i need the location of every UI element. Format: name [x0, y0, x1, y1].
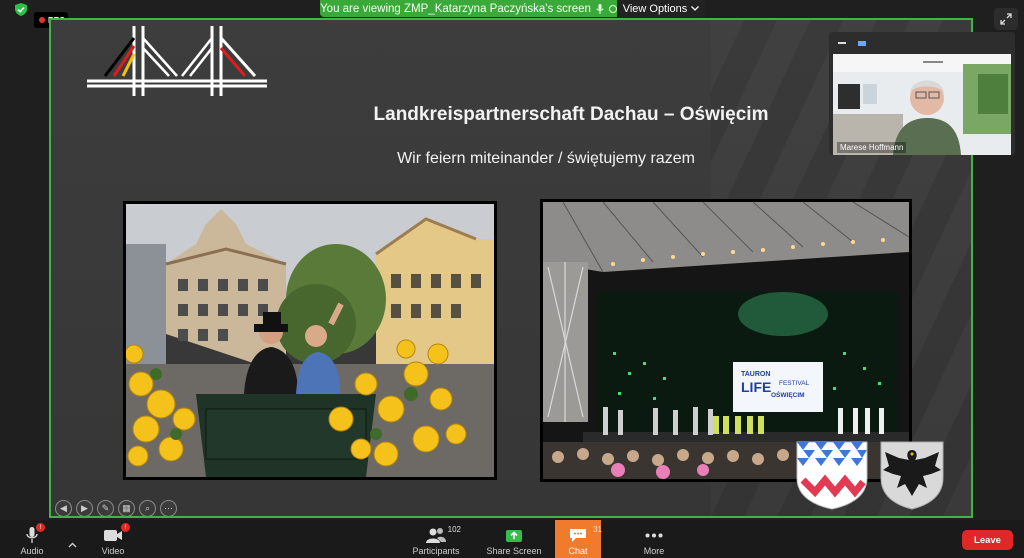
more-options-icon[interactable]: ⋯	[160, 500, 177, 516]
recording-dot-icon	[39, 17, 45, 23]
participants-label: Participants	[412, 546, 460, 556]
next-slide-icon[interactable]: ▶	[76, 500, 93, 516]
previous-slide-icon[interactable]: ◀	[55, 500, 72, 516]
microphone-icon	[596, 3, 604, 14]
participant-name-label: Marese Hoffmann	[837, 142, 907, 153]
chevron-up-icon	[68, 542, 76, 548]
audio-warning-badge: !	[36, 523, 45, 532]
participants-count: 102	[447, 525, 461, 534]
chevron-down-icon	[691, 6, 700, 11]
participants-icon	[426, 528, 446, 543]
expand-icon	[1000, 13, 1012, 25]
oswiecim-coat-of-arms	[880, 441, 944, 510]
audio-button[interactable]: ! Audio	[14, 520, 50, 558]
share-screen-button[interactable]: Share Screen	[484, 520, 544, 558]
more-label: More	[643, 546, 665, 556]
video-warning-badge: !	[121, 523, 130, 532]
view-options-button[interactable]: View Options	[617, 0, 705, 17]
share-screen-label: Share Screen	[486, 546, 542, 556]
leave-button[interactable]: Leave	[962, 530, 1013, 550]
participant-video-tile[interactable]: Marese Hoffmann	[829, 32, 1015, 155]
more-dots-icon	[645, 533, 663, 537]
participants-button[interactable]: 102 Participants	[408, 520, 464, 558]
bridge-partnership-logo	[87, 26, 267, 96]
video-tile-controls	[829, 32, 1015, 54]
fullscreen-button[interactable]	[994, 8, 1018, 30]
chat-bubble-icon	[570, 529, 586, 542]
chat-button[interactable]: 31 Chat	[555, 520, 602, 558]
carriage-parade-photo	[123, 201, 497, 480]
festival-sign-line3: FESTIVAL	[779, 380, 810, 387]
slides-overview-icon[interactable]: ▦	[118, 500, 135, 516]
pen-icon[interactable]: ✎	[97, 500, 114, 516]
encryption-shield-icon[interactable]	[15, 3, 27, 16]
audio-label: Audio	[20, 546, 44, 556]
zoom-icon[interactable]: ⌕	[139, 500, 156, 516]
festival-sign-line2: LIFE	[741, 379, 771, 395]
audio-options-button[interactable]	[62, 520, 82, 558]
festival-sign-line4: OŚWIĘCIM	[771, 390, 805, 399]
view-options-label: View Options	[622, 2, 688, 15]
status-circle-icon	[608, 4, 617, 13]
chat-count: 31	[593, 525, 602, 534]
banner-text: You are viewing ZMP_Katarzyna Paczyńska'…	[320, 2, 591, 15]
video-label: Video	[101, 546, 125, 556]
festival-sign-line1: TAURON	[741, 371, 770, 378]
window-view-icon[interactable]	[858, 40, 866, 46]
meeting-toolbar: ! Audio ! Video 102 Participants Share S…	[0, 520, 1024, 558]
video-button[interactable]: ! Video	[96, 520, 130, 558]
slide-controls: ◀ ▶ ✎ ▦ ⌕ ⋯	[55, 500, 177, 516]
chat-label: Chat	[568, 546, 588, 556]
video-camera-icon	[104, 529, 122, 541]
participant-video: Marese Hoffmann	[833, 54, 1011, 155]
viewing-screen-banner: You are viewing ZMP_Katarzyna Paczyńska'…	[320, 0, 617, 17]
dachau-coat-of-arms	[796, 441, 868, 510]
more-button[interactable]: More	[638, 520, 670, 558]
share-screen-icon	[506, 530, 522, 542]
minimize-icon[interactable]	[838, 42, 846, 44]
